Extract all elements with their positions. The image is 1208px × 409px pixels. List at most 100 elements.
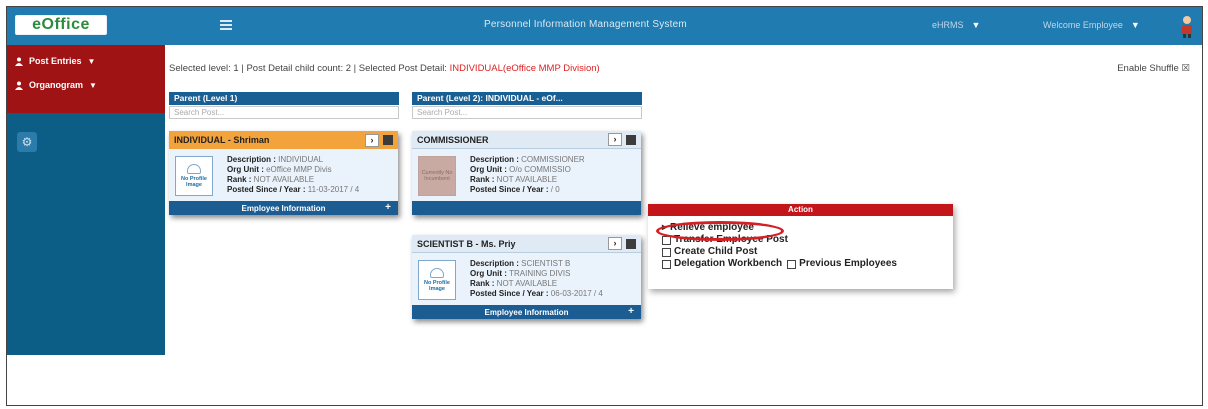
post-card-header: COMMISSIONER ›	[412, 131, 641, 149]
sidebar-item-label: Post Entries	[29, 56, 82, 66]
description-label: Description :	[470, 259, 522, 268]
create-post-icon	[662, 247, 671, 257]
menu-item-previous-employees[interactable]: Previous Employees	[799, 258, 897, 270]
chevron-right-icon[interactable]: ›	[365, 133, 379, 147]
enable-shuffle-toggle[interactable]: Enable Shuffle ☒	[1117, 63, 1190, 74]
selected-post-detail: INDIVIDUAL(eOffice MMP Division)	[449, 63, 600, 74]
rank-value: NOT AVAILABLE	[496, 279, 558, 288]
avatar-icon	[430, 268, 444, 278]
description-value: INDIVIDUAL	[278, 155, 324, 164]
chevron-down-icon: ▼	[1130, 20, 1140, 30]
action-menu-title: Action	[648, 204, 953, 216]
chevron-down-icon: ▼	[87, 56, 96, 66]
photo-caption: Currently No Incumbent	[421, 170, 453, 182]
profile-photo: No Profile Image	[418, 260, 456, 300]
sidebar-item-label: Organogram	[29, 80, 84, 90]
search-post-input-level-1[interactable]: Search Post...	[169, 106, 399, 119]
column-header-level-1: Parent (Level 1)	[169, 92, 399, 105]
org-unit-label: Org Unit :	[470, 165, 510, 174]
ehrms-dropdown-label: eHRMS	[932, 20, 964, 30]
menu-item-delegation-workbench[interactable]: Delegation Workbench	[674, 258, 782, 270]
action-menu: Action ▸ Relieve employee Transfer Emplo…	[648, 204, 953, 289]
user-dropdown[interactable]: Welcome Employee ▼	[1043, 20, 1140, 30]
description-label: Description :	[470, 155, 522, 164]
user-avatar-icon[interactable]	[1178, 14, 1196, 38]
user-icon	[15, 81, 23, 90]
org-unit-value: TRAINING DIVIS	[509, 269, 571, 278]
post-card-title: COMMISSIONER	[417, 134, 489, 145]
employee-information-button[interactable]: Employee Information +	[169, 201, 398, 215]
selection-info: Selected level: 1 | Post Detail child co…	[169, 63, 600, 74]
employee-information-label: Employee Information	[484, 307, 569, 317]
app-title: Personnel Information Management System	[484, 19, 687, 30]
photo-caption: No Profile Image	[424, 280, 450, 292]
sidebar-item-organogram[interactable]: Organogram ▼	[7, 73, 165, 97]
rank-label: Rank :	[470, 279, 497, 288]
post-card-header: SCIENTIST B - Ms. Priy ›	[412, 235, 641, 253]
post-card-individual[interactable]: INDIVIDUAL - Shriman › No Profile Image …	[169, 131, 398, 215]
menu-toggle-icon[interactable]	[220, 20, 232, 30]
post-card-commissioner[interactable]: COMMISSIONER › Currently No Incumbent De…	[412, 131, 641, 215]
logo-text: eOffice	[32, 16, 90, 33]
photo-caption: No Profile Image	[181, 176, 207, 188]
highlight-ellipse	[656, 221, 784, 241]
selection-info-text: Selected level: 1 | Post Detail child co…	[169, 63, 450, 74]
org-unit-label: Org Unit :	[227, 165, 267, 174]
menu-icon[interactable]	[626, 134, 636, 145]
menu-item-label: Create Child Post	[674, 246, 758, 257]
org-unit-label: Org Unit :	[470, 269, 510, 278]
post-card-header: INDIVIDUAL - Shriman ›	[169, 131, 398, 149]
menu-row-combined: Delegation Workbench Previous Employees	[662, 258, 953, 270]
chevron-right-icon[interactable]: ›	[608, 133, 622, 146]
employee-information-label: Employee Information	[241, 203, 326, 213]
sidebar-item-post-entries[interactable]: Post Entries ▼	[7, 49, 165, 73]
description-value: SCIENTIST B	[521, 259, 571, 268]
post-card-body: No Profile Image Description : INDIVIDUA…	[169, 149, 398, 201]
rank-value: NOT AVAILABLE	[496, 175, 558, 184]
search-post-input-level-2[interactable]: Search Post...	[412, 106, 642, 119]
post-details: Description : INDIVIDUAL Org Unit : eOff…	[227, 155, 359, 195]
menu-item-create-child-post[interactable]: Create Child Post	[662, 246, 953, 258]
chevron-right-icon[interactable]: ›	[608, 237, 622, 250]
application-window: eOffice Personnel Information Management…	[6, 6, 1203, 406]
rank-value: NOT AVAILABLE	[253, 175, 315, 184]
column-header-level-2: Parent (Level 2): INDIVIDUAL - eOf...	[412, 92, 642, 105]
checkbox-icon: ☒	[1181, 63, 1190, 74]
menu-icon[interactable]	[383, 135, 393, 145]
plus-icon: +	[628, 306, 634, 317]
profile-photo: No Profile Image	[175, 156, 213, 196]
ehrms-dropdown[interactable]: eHRMS ▼	[932, 20, 980, 30]
eoffice-logo[interactable]: eOffice	[15, 15, 125, 39]
employee-information-button[interactable]: Employee Information +	[412, 305, 641, 319]
employee-information-button[interactable]	[412, 201, 641, 215]
description-label: Description :	[227, 155, 279, 164]
rank-label: Rank :	[470, 175, 497, 184]
org-unit-value: O/o COMMISSIO	[509, 165, 571, 174]
sidebar-menu: Post Entries ▼ Organogram ▼	[7, 45, 165, 113]
post-card-body: No Profile Image Description : SCIENTIST…	[412, 253, 641, 305]
gear-icon[interactable]: ⚙	[17, 132, 37, 152]
top-bar: eOffice Personnel Information Management…	[7, 7, 1202, 45]
enable-shuffle-label: Enable Shuffle	[1117, 63, 1179, 74]
post-card-title: SCIENTIST B - Ms. Priy	[417, 238, 516, 249]
delegation-icon	[662, 259, 671, 269]
user-dropdown-label: Welcome Employee	[1043, 20, 1123, 30]
post-card-title: INDIVIDUAL - Shriman	[174, 135, 270, 145]
post-card-scientist-b[interactable]: SCIENTIST B - Ms. Priy › No Profile Imag…	[412, 235, 641, 319]
posted-since-label: Posted Since / Year :	[470, 289, 551, 298]
chevron-down-icon: ▼	[971, 20, 981, 30]
user-icon	[15, 57, 23, 66]
posted-since-value: 11-03-2017 / 4	[307, 185, 360, 194]
history-icon	[787, 259, 797, 269]
posted-since-label: Posted Since / Year :	[227, 185, 308, 194]
sidebar: Post Entries ▼ Organogram ▼ ⚙	[7, 45, 165, 355]
menu-icon[interactable]	[626, 238, 636, 249]
post-details: Description : SCIENTIST B Org Unit : TRA…	[470, 259, 603, 299]
post-details: Description : COMMISSIONER Org Unit : O/…	[470, 155, 585, 195]
post-card-body: Currently No Incumbent Description : COM…	[412, 149, 641, 201]
chevron-down-icon: ▼	[89, 80, 97, 90]
avatar-icon	[187, 164, 201, 174]
posted-since-label: Posted Since / Year :	[470, 185, 551, 194]
profile-photo: Currently No Incumbent	[418, 156, 456, 196]
plus-icon: +	[385, 202, 391, 213]
